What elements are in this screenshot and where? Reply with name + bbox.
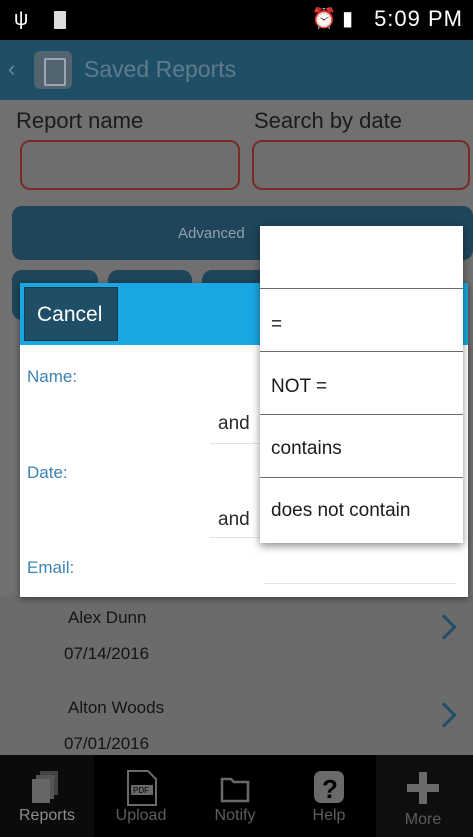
tab-reports[interactable]: Reports: [0, 755, 94, 837]
tab-label: Notify: [214, 807, 256, 824]
back-icon[interactable]: ‹: [8, 56, 15, 82]
tab-label: Help: [312, 807, 346, 824]
tab-label: More: [404, 811, 442, 828]
pdf-upload-icon: PDF: [127, 770, 157, 806]
email-label: Email:: [27, 558, 75, 577]
svg-text:?: ?: [322, 774, 338, 804]
clock: 5:09 PM: [374, 6, 463, 31]
report-date: 07/01/2016: [64, 734, 150, 753]
dropdown-option-not-equals[interactable]: NOT =: [260, 352, 463, 415]
report-row[interactable]: Alex Dunn 07/14/2016: [0, 596, 473, 684]
folder-icon: [220, 777, 250, 803]
plus-icon: [407, 772, 439, 804]
dropdown-option-does-not-contain[interactable]: does not contain: [260, 478, 463, 541]
advanced-label: Advanced: [178, 225, 245, 242]
option-label: NOT =: [271, 376, 328, 397]
option-label: =: [271, 314, 283, 335]
report-name-input[interactable]: [20, 140, 240, 190]
search-date-input[interactable]: [252, 140, 470, 190]
chevron-right-icon[interactable]: [431, 614, 457, 640]
tab-upload[interactable]: PDF Upload: [94, 755, 188, 837]
operator-dropdown: = NOT = contains does not contain: [260, 226, 463, 543]
report-name: Alton Woods: [68, 698, 165, 717]
report-name-label: Report name: [16, 108, 144, 133]
svg-text:PDF: PDF: [133, 786, 149, 795]
tab-notify[interactable]: Notify: [188, 755, 282, 837]
search-by-date-label: Search by date: [254, 108, 402, 133]
dropdown-option-contains[interactable]: contains: [260, 415, 463, 478]
app-bar: ‹ Saved Reports: [0, 40, 473, 100]
cancel-button[interactable]: Cancel: [24, 287, 118, 341]
and-label: and: [218, 509, 250, 530]
tab-label: Upload: [115, 807, 167, 824]
bottom-nav: Reports PDF Upload Notify ? Help More: [0, 755, 473, 837]
usb-icon: ψ: [14, 8, 29, 30]
tab-help[interactable]: ? Help: [282, 755, 376, 837]
status-icons: ⏰ ▮: [311, 8, 353, 30]
dropdown-option-equals[interactable]: =: [260, 289, 463, 352]
dropdown-option-empty[interactable]: [260, 226, 463, 289]
help-icon: ?: [314, 771, 344, 804]
email-operator-select[interactable]: [264, 583, 456, 584]
status-bar: ψ ⏰ ▮ 5:09 PM: [0, 0, 473, 40]
chevron-right-icon[interactable]: [431, 702, 457, 728]
reports-icon: [32, 771, 58, 803]
report-name: Alex Dunn: [68, 608, 147, 627]
app-title: Saved Reports: [84, 56, 237, 82]
battery-icon: [54, 11, 66, 29]
and-label: and: [218, 413, 250, 434]
tab-label: Reports: [18, 807, 76, 824]
cancel-label: Cancel: [37, 303, 103, 326]
report-app-icon: [34, 51, 72, 89]
name-label: Name:: [27, 367, 78, 386]
tab-more[interactable]: More: [376, 755, 473, 837]
report-date: 07/14/2016: [64, 644, 150, 663]
date-label: Date:: [27, 463, 68, 482]
option-label: does not contain: [271, 500, 411, 521]
option-label: contains: [271, 438, 342, 459]
